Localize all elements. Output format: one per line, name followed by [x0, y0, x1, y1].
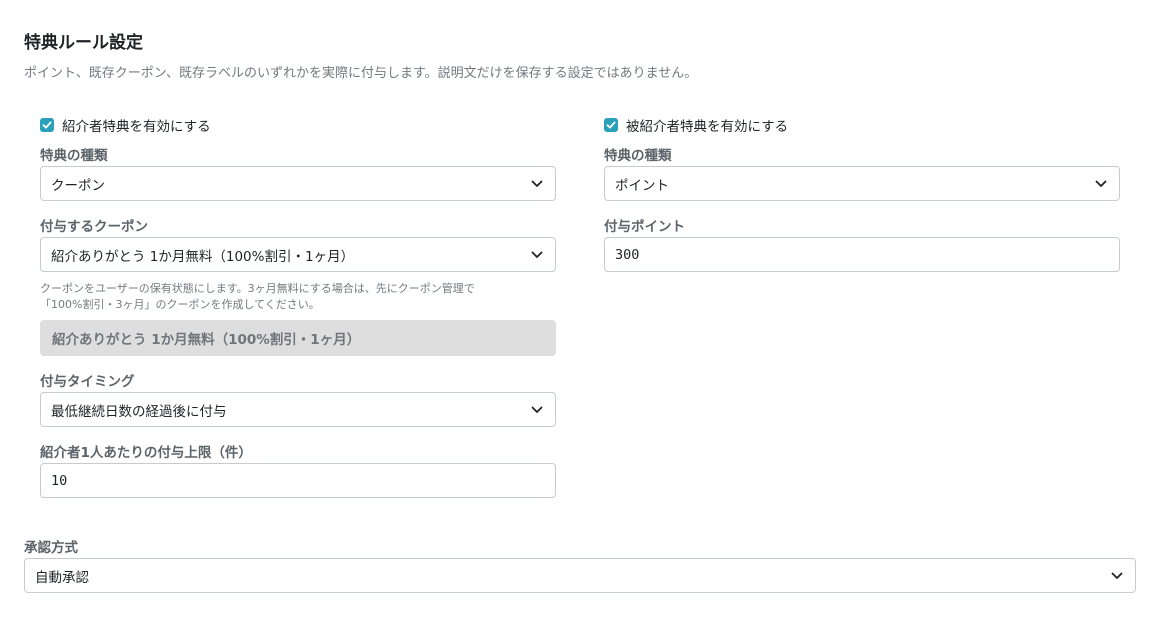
referrer-enable-checkbox[interactable] — [40, 118, 54, 132]
referee-enable-toggle[interactable]: 被紹介者特典を有効にする — [604, 115, 788, 135]
approval-label: 承認方式 — [24, 540, 78, 556]
referrer-enable-label: 紹介者特典を有効にする — [62, 119, 211, 135]
coupon-help-line-1: クーポンをユーザーの保有状態にします。3ヶ月無料にする場合は、先にクーポン管理で — [40, 282, 475, 295]
referrer-limit-input[interactable]: 10 — [40, 463, 556, 498]
referee-enable-label: 被紹介者特典を有効にする — [626, 119, 789, 135]
referrer-type-value: クーポン — [51, 177, 105, 194]
checkmark-icon — [606, 121, 616, 129]
referee-type-value: ポイント — [615, 177, 669, 194]
page-title: 特典ルール設定 — [24, 33, 143, 53]
chevron-down-icon — [531, 178, 543, 190]
referrer-coupon-label: 付与するクーポン — [40, 219, 148, 235]
referrer-coupon-select[interactable]: 紹介ありがとう 1か月無料（100%割引・1ヶ月） — [40, 237, 556, 272]
referrer-coupon-preview: 紹介ありがとう 1か月無料（100%割引・1ヶ月） — [40, 320, 556, 356]
referee-points-input[interactable]: 300 — [604, 237, 1120, 272]
referrer-timing-select[interactable]: 最低継続日数の経過後に付与 — [40, 392, 556, 427]
approval-select[interactable]: 自動承認 — [24, 558, 1136, 593]
referee-type-select[interactable]: ポイント — [604, 166, 1120, 201]
referrer-enable-toggle[interactable]: 紹介者特典を有効にする — [40, 115, 211, 135]
referrer-timing-value: 最低継続日数の経過後に付与 — [51, 403, 227, 420]
referrer-timing-label: 付与タイミング — [40, 374, 135, 390]
referrer-coupon-help: クーポンをユーザーの保有状態にします。3ヶ月無料にする場合は、先にクーポン管理で… — [40, 281, 556, 313]
reward-rule-settings: 特典ルール設定 ポイント、既存クーポン、既存ラベルのいずれかを実際に付与します。… — [0, 0, 1160, 617]
referee-type-label: 特典の種類 — [604, 148, 672, 164]
chevron-down-icon — [1111, 568, 1123, 584]
referrer-type-select[interactable]: クーポン — [40, 166, 556, 201]
referrer-coupon-value: 紹介ありがとう 1か月無料（100%割引・1ヶ月） — [51, 248, 355, 265]
chevron-down-icon — [1095, 178, 1107, 190]
chevron-down-icon — [531, 249, 543, 261]
approval-value: 自動承認 — [35, 569, 89, 586]
coupon-help-line-2: 「100%割引・3ヶ月」のクーポンを作成してください。 — [40, 298, 320, 311]
chevron-down-icon — [531, 404, 543, 416]
page-subtitle: ポイント、既存クーポン、既存ラベルのいずれかを実際に付与します。説明文だけを保存… — [24, 66, 698, 81]
referee-points-label: 付与ポイント — [604, 219, 685, 235]
referrer-limit-label: 紹介者1人あたりの付与上限（件） — [40, 445, 252, 461]
referee-enable-checkbox[interactable] — [604, 118, 618, 132]
referrer-type-label: 特典の種類 — [40, 148, 108, 164]
checkmark-icon — [42, 121, 52, 129]
